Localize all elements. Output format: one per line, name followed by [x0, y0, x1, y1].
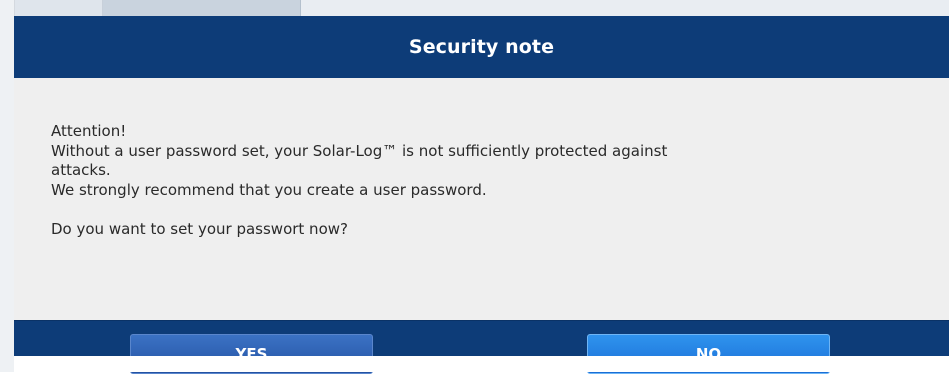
- dialog-title: Security note: [408, 36, 555, 58]
- message-line-question: Do you want to set your passwort now?: [51, 219, 348, 238]
- dialog-message: Attention! Without a user password set, …: [14, 78, 949, 320]
- message-line-attention: Attention!: [51, 122, 127, 140]
- message-line-warning-cont: attacks.: [51, 161, 111, 179]
- background-bottom: [14, 356, 949, 372]
- security-note-dialog: Security note Attention! Without a user …: [14, 16, 949, 374]
- background-left-edge: [0, 0, 15, 372]
- background-tab: [14, 0, 103, 16]
- message-line-recommendation: We strongly recommend that you create a …: [51, 180, 487, 199]
- message-line-warning: Without a user password set, your Solar-…: [51, 141, 668, 160]
- dialog-header: Security note: [14, 16, 949, 78]
- message-spacer: [51, 200, 949, 220]
- background-toolbar: [0, 0, 949, 16]
- background-tab-active: [103, 0, 301, 16]
